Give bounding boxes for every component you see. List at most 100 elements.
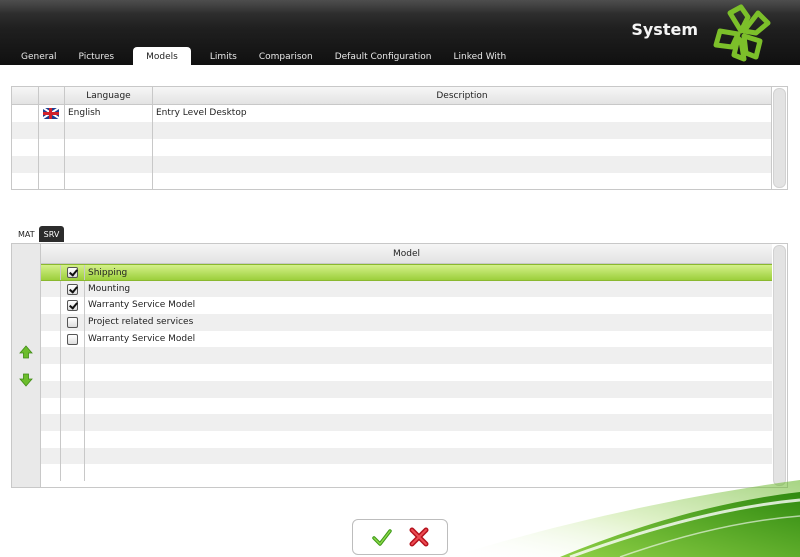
row-blank-cell [41, 464, 61, 481]
row-blank-cell [41, 347, 61, 365]
language-cell: English [65, 105, 153, 122]
model-checkbox[interactable] [67, 316, 78, 328]
header-blank-cell [12, 87, 39, 105]
tab-linked-with[interactable]: Linked With [443, 47, 518, 65]
description-cell [153, 156, 772, 173]
model-row[interactable]: Warranty Service Model [41, 297, 772, 315]
checkbox-cell [61, 447, 85, 465]
language-row[interactable] [12, 156, 772, 173]
model-row[interactable]: Project related services [41, 314, 772, 331]
model-row[interactable] [41, 347, 772, 365]
description-cell [153, 173, 772, 190]
row-blank-cell [12, 173, 39, 190]
model-row[interactable] [41, 414, 772, 431]
arrow-up-icon[interactable] [19, 345, 33, 359]
language-row[interactable] [12, 139, 772, 156]
language-row[interactable] [12, 122, 772, 139]
description-cell: Entry Level Desktop [153, 105, 772, 122]
language-row[interactable]: English Entry Level Desktop [12, 105, 772, 122]
row-blank-cell [41, 280, 61, 298]
row-blank-cell [12, 139, 39, 156]
row-flag-cell [39, 122, 65, 139]
model-type-tabs: MAT SRV [14, 226, 65, 242]
reorder-column [12, 244, 41, 487]
row-blank-cell [41, 447, 61, 465]
model-row[interactable] [41, 380, 772, 398]
row-blank-cell [41, 414, 61, 431]
row-flag-cell [39, 105, 65, 122]
language-grid: Language Description English Entry Level … [11, 86, 788, 190]
tab-models[interactable]: Models [133, 47, 191, 65]
dialog-actions [352, 519, 448, 555]
row-blank-cell [41, 330, 61, 348]
arrow-down-icon[interactable] [19, 373, 33, 387]
model-label: Project related services [88, 317, 194, 328]
app-title: System [631, 20, 698, 39]
description-cell [153, 122, 772, 139]
model-checkbox[interactable] [67, 266, 78, 278]
subtab-mat[interactable]: MAT [14, 226, 39, 242]
tab-general[interactable]: General [10, 47, 67, 65]
uk-flag-icon [43, 108, 59, 119]
model-checkbox[interactable] [67, 333, 78, 345]
language-grid-header: Language Description [12, 87, 772, 105]
clover-logo-icon [713, 4, 771, 62]
language-grid-scrollbar[interactable] [773, 88, 786, 188]
tab-default-configuration[interactable]: Default Configuration [324, 47, 443, 65]
model-label [85, 364, 772, 381]
model-label [85, 398, 772, 415]
row-blank-cell [12, 156, 39, 173]
model-row[interactable] [41, 397, 772, 415]
model-label: Warranty Service Model [88, 300, 196, 311]
header-bar: System General Pictures Models Limits Compar… [0, 0, 800, 65]
language-cell [65, 139, 153, 156]
model-label: Warranty Service Model [88, 333, 196, 344]
model-label [85, 381, 772, 398]
checkbox-cell [61, 314, 85, 331]
checkbox-cell [61, 297, 85, 315]
close-icon[interactable] [408, 526, 430, 548]
language-cell [65, 122, 153, 139]
row-blank-cell [41, 380, 61, 398]
header-gloss [0, 0, 800, 14]
row-flag-cell [39, 156, 65, 173]
header-language[interactable]: Language [65, 87, 153, 105]
checkbox-cell [61, 464, 85, 481]
language-cell [65, 156, 153, 173]
language-row[interactable] [12, 173, 772, 190]
model-row[interactable]: Mounting [41, 280, 772, 298]
tab-limits[interactable]: Limits [199, 47, 248, 65]
checkbox-cell [61, 347, 85, 365]
model-label: Mounting [88, 283, 131, 294]
checkbox-cell [61, 280, 85, 298]
row-flag-cell [39, 173, 65, 190]
checkbox-cell [61, 397, 85, 415]
model-checkbox[interactable] [67, 300, 78, 312]
description-cell [153, 139, 772, 156]
checkbox-cell [61, 364, 85, 381]
row-blank-cell [12, 105, 39, 122]
model-row[interactable]: Shipping [41, 264, 772, 281]
header-description[interactable]: Description [153, 87, 772, 105]
main-tabs: General Pictures Models Limits Comparison Def… [10, 47, 517, 65]
row-blank-cell [41, 430, 61, 448]
tab-pictures[interactable]: Pictures [67, 47, 125, 65]
model-label: Shipping [88, 268, 128, 278]
model-checkbox[interactable] [67, 283, 78, 295]
model-row[interactable]: Warranty Service Model [41, 330, 772, 348]
model-row[interactable] [41, 364, 772, 381]
check-icon[interactable] [371, 526, 393, 548]
row-blank-cell [41, 314, 61, 331]
language-cell [65, 173, 153, 190]
tab-comparison[interactable]: Comparison [248, 47, 324, 65]
model-grid-header[interactable]: Model [41, 244, 772, 264]
header-flag-cell [39, 87, 65, 105]
checkbox-cell [61, 330, 85, 348]
row-blank-cell [41, 297, 61, 315]
model-label [85, 347, 772, 364]
checkbox-cell [61, 265, 85, 280]
checkbox-cell [61, 430, 85, 448]
subtab-srv[interactable]: SRV [38, 226, 65, 242]
checkbox-cell [61, 414, 85, 431]
row-blank-cell [41, 364, 61, 381]
